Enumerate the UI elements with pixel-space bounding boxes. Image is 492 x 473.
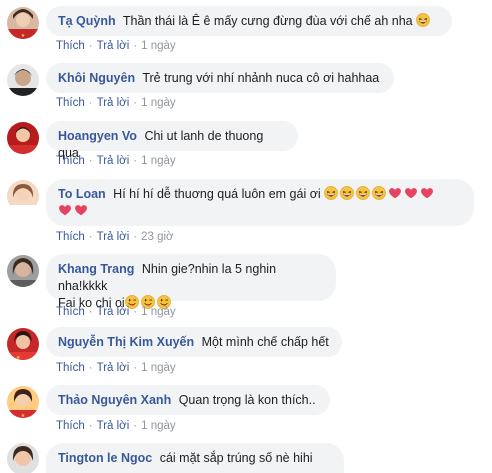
heart-emoji	[58, 203, 72, 217]
comment-actions: Thích · Trả lời · 1 ngày	[56, 97, 176, 109]
comment-text: Trẻ trung với nhí nhảnh nuca cô ơi hahha…	[142, 71, 380, 85]
comment-author-link[interactable]: Khang Trang	[58, 262, 134, 276]
grin-squint-emoji	[356, 186, 370, 200]
comment-text: Hí hí hí dễ thuơng quá luôn em gái ơi	[113, 187, 321, 201]
comment-actions: Thích · Trả lời · 1 ngày	[56, 362, 176, 374]
avatar[interactable]	[7, 255, 39, 287]
comment-actions: Thích · Trả lời · 1 ngày	[56, 155, 176, 167]
like-link[interactable]: Thích	[56, 231, 85, 243]
comment-author-link[interactable]: Tington le Ngoc	[58, 451, 152, 465]
separator-dot: ·	[88, 306, 93, 318]
heart-emoji	[420, 186, 434, 200]
comment-bubble: Tạ Quỳnh Thần thái là Ê ê mấy cưng đừng …	[46, 6, 452, 36]
like-link[interactable]: Thích	[56, 40, 85, 52]
timestamp[interactable]: 23 giờ	[141, 231, 173, 243]
like-link[interactable]: Thích	[56, 306, 85, 318]
separator-dot: ·	[88, 362, 93, 374]
separator-dot: ·	[88, 97, 93, 109]
timestamp[interactable]: 1 ngày	[141, 97, 176, 109]
svg-text:★: ★	[16, 355, 21, 360]
reply-link[interactable]: Trả lời	[97, 231, 130, 243]
grin-squint-emoji	[340, 186, 354, 200]
separator-dot: ·	[88, 155, 93, 167]
reply-link[interactable]: Trả lời	[97, 155, 130, 167]
comment-author-link[interactable]: Thảo Nguyên Xanh	[58, 393, 171, 407]
comment-text: Thần thái là Ê ê mấy cưng đừng đùa với c…	[122, 14, 413, 28]
reply-link[interactable]: Trả lời	[97, 420, 130, 432]
separator-dot: ·	[133, 155, 138, 167]
comment-bubble: Hoangyen Vo Chi ut lanh de thuong qua	[46, 121, 298, 160]
comment-author-link[interactable]: Nguyễn Thị Kim Xuyến	[58, 335, 194, 349]
grin-squint-emoji	[324, 186, 338, 200]
comment-bubble: Thảo Nguyên Xanh Quan trọng là kon thích…	[46, 385, 330, 415]
like-link[interactable]: Thích	[56, 97, 85, 109]
avatar[interactable]: ★	[7, 386, 39, 418]
comment-author-link[interactable]: To Loan	[58, 187, 106, 201]
separator-dot: ·	[88, 40, 93, 52]
reply-link[interactable]: Trả lời	[97, 97, 130, 109]
heart-emoji	[404, 186, 418, 200]
avatar[interactable]: ★	[7, 7, 39, 39]
comment-bubble: Nguyễn Thị Kim Xuyến Một mình chế chấp h…	[46, 327, 342, 357]
grin-squint-emoji	[416, 13, 430, 27]
comment-bubble: To Loan Hí hí hí dễ thuơng quá luôn em g…	[46, 179, 474, 226]
comment-bubble: Khôi Nguyên Trẻ trung với nhí nhảnh nuca…	[46, 63, 394, 93]
comment-actions: Thích · Trả lời · 23 giờ	[56, 231, 174, 243]
comment-text: Quan trọng là kon thích..	[178, 393, 316, 407]
reply-link[interactable]: Trả lời	[97, 362, 130, 374]
like-link[interactable]: Thích	[56, 362, 85, 374]
timestamp[interactable]: 1 ngày	[141, 40, 176, 52]
separator-dot: ·	[133, 362, 138, 374]
separator-dot: ·	[133, 231, 138, 243]
separator-dot: ·	[88, 420, 93, 432]
comment-text: Một mình chế chấp hết	[201, 335, 329, 349]
comment-text: cái mặt sắp trúng số nè hihi	[159, 451, 313, 465]
separator-dot: ·	[133, 306, 138, 318]
reply-link[interactable]: Trả lời	[97, 40, 130, 52]
heart-emoji	[74, 203, 88, 217]
avatar[interactable]	[7, 443, 39, 473]
avatar[interactable]	[7, 122, 39, 154]
reply-link[interactable]: Trả lời	[97, 306, 130, 318]
avatar[interactable]: ★	[7, 328, 39, 360]
comment-list: ★ Tạ Quỳnh Thần thái là Ê ê mấy cưng đừn…	[0, 0, 492, 473]
timestamp[interactable]: 1 ngày	[141, 306, 176, 318]
timestamp[interactable]: 1 ngày	[141, 362, 176, 374]
comment-actions: Thích · Trả lời · 1 ngày	[56, 420, 176, 432]
comment-actions: Thích · Trả lời · 1 ngày	[56, 306, 176, 318]
separator-dot: ·	[88, 231, 93, 243]
avatar[interactable]	[7, 180, 39, 212]
comment-author-link[interactable]: Hoangyen Vo	[58, 129, 137, 143]
comment-actions: Thích · Trả lời · 1 ngày	[56, 40, 176, 52]
separator-dot: ·	[133, 97, 138, 109]
comment-author-link[interactable]: Khôi Nguyên	[58, 71, 135, 85]
like-link[interactable]: Thích	[56, 155, 85, 167]
timestamp[interactable]: 1 ngày	[141, 155, 176, 167]
timestamp[interactable]: 1 ngày	[141, 420, 176, 432]
comment-bubble: Khang Trang Nhin gie?nhin la 5 nghin nha…	[46, 254, 336, 310]
comment-author-link[interactable]: Tạ Quỳnh	[58, 14, 116, 28]
svg-text:★: ★	[21, 33, 26, 39]
avatar[interactable]	[7, 64, 39, 96]
separator-dot: ·	[133, 40, 138, 52]
svg-text:★: ★	[21, 413, 26, 418]
separator-dot: ·	[133, 420, 138, 432]
like-link[interactable]: Thích	[56, 420, 85, 432]
grin-squint-emoji	[372, 186, 386, 200]
heart-emoji	[388, 186, 402, 200]
comment-bubble: Tington le Ngoc cái mặt sắp trúng số nè …	[46, 443, 344, 473]
